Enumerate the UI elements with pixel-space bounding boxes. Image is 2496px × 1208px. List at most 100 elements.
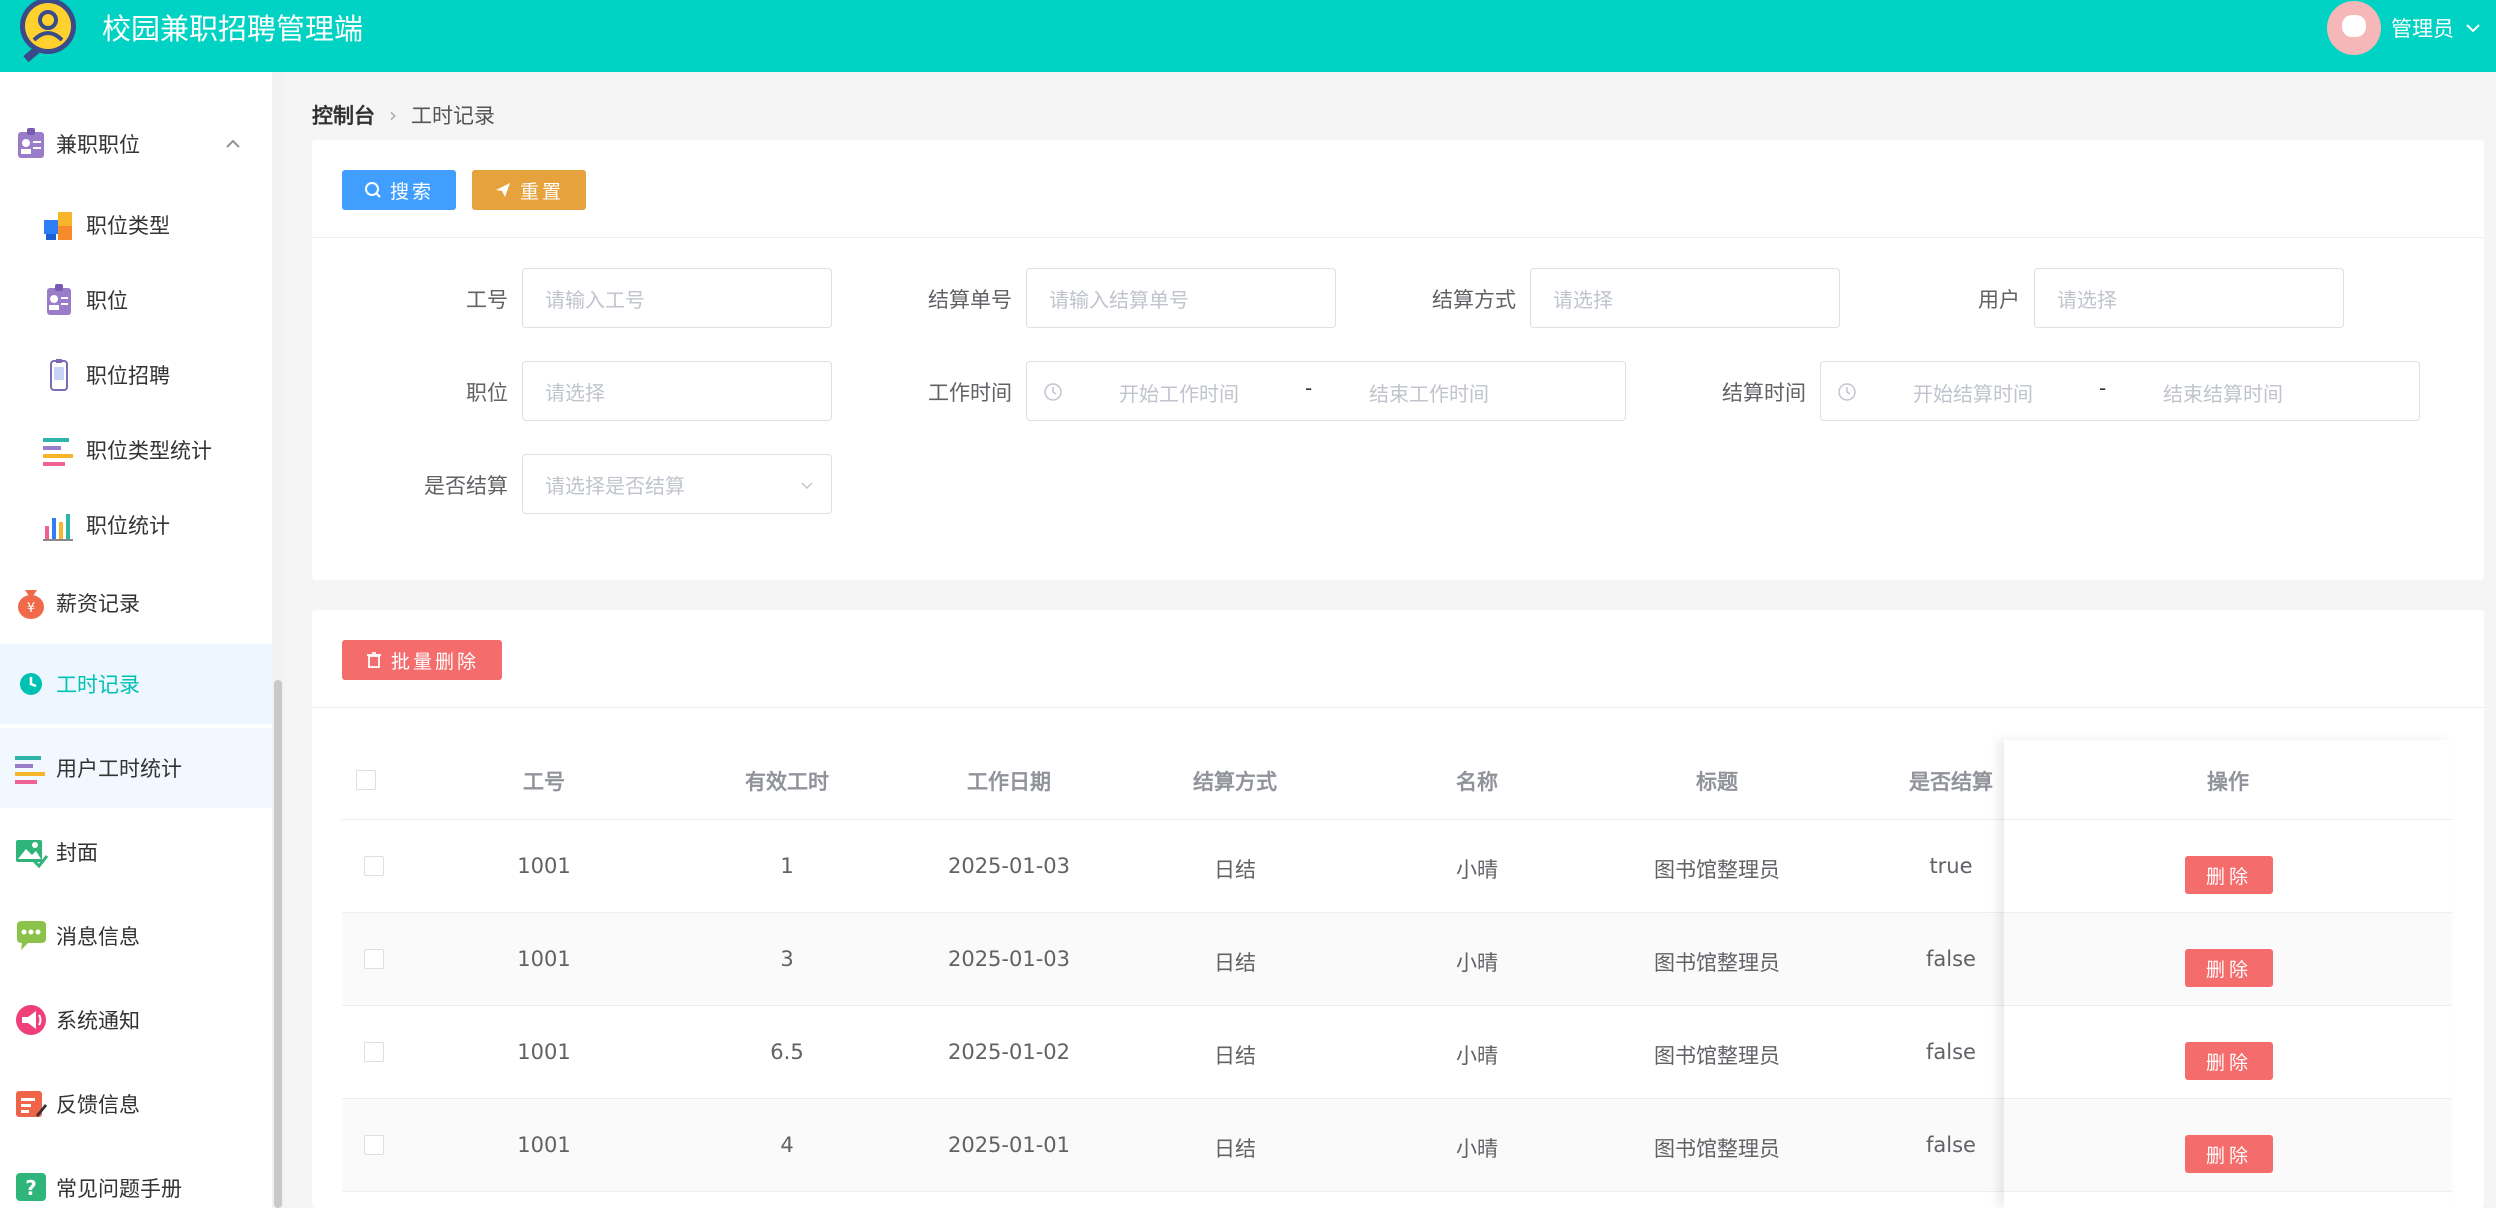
trash-icon (366, 652, 381, 668)
sidebar-item-label: 常见问题手册 (56, 1177, 182, 1201)
cell-date: 2025-01-03 (947, 947, 1071, 971)
search-icon (364, 182, 381, 198)
delete-button[interactable]: 删除 (2185, 949, 2273, 987)
sidebar-group-label: 兼职职位 (56, 133, 140, 157)
job-no-input[interactable]: 请输入工号 (522, 268, 832, 328)
settle-time-start-input[interactable]: 开始结算时间 (1913, 378, 2033, 407)
table-panel: 批量删除 工号 有效工时 工作日期 结算方式 名称 标题 是否结算 1001 1… (312, 610, 2484, 1208)
cell-method: 日结 (1214, 951, 1256, 975)
settle-time-end-input[interactable]: 结束结算时间 (2163, 378, 2283, 407)
is-settled-placeholder: 请选择是否结算 (545, 473, 685, 498)
delete-button[interactable]: 删除 (2185, 856, 2273, 894)
batch-delete-label: 批量删除 (390, 651, 479, 673)
sidebar-item-label: 职位类型统计 (86, 439, 212, 463)
breadcrumb-home[interactable]: 控制台 (312, 100, 375, 130)
cubes-icon (44, 212, 72, 240)
cell-title: 图书馆整理员 (1654, 951, 1780, 975)
user-select[interactable]: 请选择 (2034, 268, 2344, 328)
badge-icon (18, 128, 44, 158)
settle-method-label: 结算方式 (1432, 288, 1516, 312)
row-checkbox[interactable] (364, 949, 384, 969)
work-time-end-input[interactable]: 结束工作时间 (1369, 378, 1489, 407)
sidebar-item-label: 用户工时统计 (56, 757, 182, 781)
position-label: 职位 (466, 381, 508, 405)
question-icon: ? (16, 1173, 46, 1201)
sidebar-item-system-notices[interactable]: 系统通知 (0, 980, 272, 1060)
clock-icon (1044, 383, 1062, 401)
cell-title: 图书馆整理员 (1654, 858, 1780, 882)
row-checkbox[interactable] (364, 1042, 384, 1062)
row-checkbox[interactable] (364, 1135, 384, 1155)
cell-title: 图书馆整理员 (1654, 1137, 1780, 1161)
work-time-label: 工作时间 (928, 381, 1012, 405)
is-settled-label: 是否结算 (424, 474, 508, 498)
work-time-range[interactable]: 开始工作时间 - 结束工作时间 (1026, 361, 1626, 421)
chevron-down-icon (2466, 24, 2480, 33)
work-time-start-input[interactable]: 开始工作时间 (1119, 378, 1239, 407)
money-bag-icon: ¥ (18, 590, 44, 619)
sidebar-item-position-stats[interactable]: 职位统计 (0, 485, 272, 565)
sidebar-item-position-types[interactable]: 职位类型 (0, 185, 272, 265)
chevron-up-icon (226, 139, 240, 148)
sidebar-item-feedback[interactable]: 反馈信息 (0, 1064, 272, 1144)
svg-text:¥: ¥ (27, 601, 35, 616)
sidebar-item-label: 职位招聘 (86, 364, 170, 388)
cell-method: 日结 (1214, 1044, 1256, 1068)
breadcrumb: 控制台 › 工时记录 (312, 100, 495, 130)
settle-no-label: 结算单号 (928, 288, 1012, 312)
sidebar-item-user-hour-stats[interactable]: 用户工时统计 (0, 728, 272, 808)
logo-icon (20, 0, 76, 62)
operations-cell: 删除 (2004, 820, 2452, 913)
position-select[interactable]: 请选择 (522, 361, 832, 421)
cell-title: 图书馆整理员 (1654, 1044, 1780, 1068)
cell-job-no: 1001 (517, 1133, 571, 1157)
phone-icon (50, 359, 68, 391)
settle-method-select[interactable]: 请选择 (1530, 268, 1840, 328)
cell-hours: 3 (780, 947, 794, 971)
breadcrumb-separator: › (389, 103, 397, 127)
is-settled-select[interactable]: 请选择是否结算 (522, 454, 832, 514)
column-header-hours: 有效工时 (745, 770, 829, 794)
search-button-label: 搜索 (389, 181, 434, 203)
sidebar-item-position-recruitment[interactable]: 职位招聘 (0, 335, 272, 415)
settle-no-input[interactable]: 请输入结算单号 (1026, 268, 1336, 328)
clock-icon (20, 673, 42, 695)
sidebar-item-label: 反馈信息 (56, 1093, 140, 1117)
app-title: 校园兼职招聘管理端 (102, 12, 364, 46)
user-menu[interactable]: 管理员 (2327, 0, 2482, 56)
delete-button[interactable]: 删除 (2185, 1042, 2273, 1080)
cell-hours: 1 (780, 854, 794, 878)
sidebar-item-faq[interactable]: ? 常见问题手册 (0, 1148, 272, 1208)
sidebar-item-cover[interactable]: 封面 (0, 812, 272, 892)
picture-icon (16, 840, 48, 869)
settle-time-separator: - (2099, 376, 2107, 400)
delete-button[interactable]: 删除 (2185, 1135, 2273, 1173)
sidebar-item-positions[interactable]: 职位 (0, 260, 272, 340)
cell-hours: 6.5 (770, 1040, 804, 1064)
sidebar-item-label: 职位统计 (86, 514, 170, 538)
column-header-name: 名称 (1456, 770, 1498, 794)
sidebar-item-salary-records[interactable]: ¥ 薪资记录 (0, 563, 272, 643)
column-header-title: 标题 (1696, 770, 1738, 794)
batch-delete-button[interactable]: 批量删除 (342, 640, 502, 680)
search-button[interactable]: 搜索 (342, 170, 456, 210)
sidebar-group-part-time-positions[interactable]: 兼职职位 (0, 104, 272, 184)
sidebar-item-position-type-stats[interactable]: 职位类型统计 (0, 410, 272, 490)
megaphone-icon (16, 1005, 46, 1035)
reset-button[interactable]: 重置 (472, 170, 586, 210)
sidebar-item-messages[interactable]: 消息信息 (0, 896, 272, 976)
sidebar-item-label: 消息信息 (56, 925, 140, 949)
sidebar-item-work-hours[interactable]: 工时记录 (0, 644, 272, 724)
select-all-checkbox[interactable] (356, 770, 376, 790)
sidebar-item-label: 封面 (56, 841, 98, 865)
top-header: 校园兼职招聘管理端 管理员 (0, 0, 2496, 72)
column-header-operations: 操作 (2207, 770, 2249, 794)
settle-time-label: 结算时间 (1722, 381, 1806, 405)
avatar[interactable] (2327, 1, 2381, 55)
row-checkbox[interactable] (364, 856, 384, 876)
clock-icon (1838, 383, 1856, 401)
search-panel: 搜索 重置 工号 请输入工号 结算单号 请输入结算单号 结算方式 请选择 用户 … (312, 140, 2484, 580)
sidebar-scrollbar[interactable] (274, 680, 282, 1208)
operations-header: 操作 (2004, 740, 2452, 820)
settle-time-range[interactable]: 开始结算时间 - 结束结算时间 (1820, 361, 2420, 421)
